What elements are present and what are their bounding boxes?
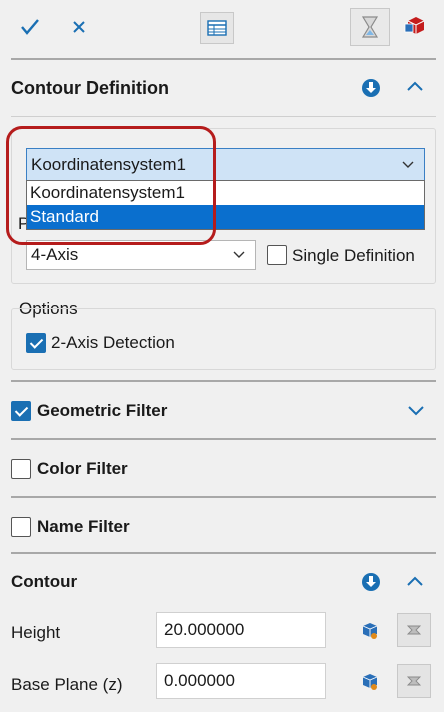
separator bbox=[11, 116, 436, 117]
two-axis-detection-label: 2-Axis Detection bbox=[51, 333, 175, 352]
height-option-button[interactable] bbox=[397, 613, 431, 647]
close-icon bbox=[73, 21, 85, 33]
single-definition-label: Single Definition bbox=[292, 246, 415, 265]
contour-title: Contour bbox=[11, 572, 78, 591]
hourglass-icon bbox=[361, 16, 379, 38]
cube-view-button[interactable] bbox=[400, 10, 430, 40]
cube-pick-icon bbox=[362, 674, 378, 690]
chevron-down-icon bbox=[233, 248, 245, 262]
hourglass-button[interactable] bbox=[350, 8, 390, 46]
chevron-down-icon bbox=[402, 158, 414, 172]
separator bbox=[11, 438, 436, 440]
separator bbox=[11, 496, 436, 498]
table-icon bbox=[207, 20, 227, 36]
contour-definition-title: Contour Definition bbox=[11, 78, 169, 98]
expand-caret-icon[interactable] bbox=[407, 401, 425, 422]
separator bbox=[11, 58, 436, 60]
base-plane-option-button[interactable] bbox=[397, 664, 431, 698]
coordinate-system-dropdown: Koordinatensystem1 Standard bbox=[26, 180, 425, 230]
height-input[interactable]: 20.000000 bbox=[156, 612, 326, 648]
pin-icon[interactable] bbox=[362, 573, 380, 591]
dropdown-option-selected[interactable]: Standard bbox=[27, 205, 424, 229]
eye-plane-icon bbox=[406, 676, 422, 686]
name-filter-checkbox[interactable] bbox=[11, 517, 31, 537]
separator bbox=[11, 552, 436, 554]
plane-icon bbox=[406, 625, 422, 635]
geometric-filter-label: Geometric Filter bbox=[37, 401, 168, 420]
cube-icon bbox=[404, 17, 425, 34]
axis-mode-select[interactable]: 4-Axis bbox=[26, 240, 256, 270]
collapse-caret-icon[interactable] bbox=[406, 571, 424, 592]
pick-height-button[interactable] bbox=[358, 620, 380, 642]
height-label: Height bbox=[11, 623, 61, 642]
single-definition-checkbox[interactable] bbox=[267, 245, 287, 265]
name-filter-label: Name Filter bbox=[37, 517, 130, 536]
geometric-filter-checkbox[interactable] bbox=[11, 401, 31, 421]
pin-icon[interactable] bbox=[362, 79, 380, 97]
dropdown-option[interactable]: Koordinatensystem1 bbox=[27, 181, 424, 205]
color-filter-label: Color Filter bbox=[37, 459, 128, 478]
cancel-button[interactable] bbox=[64, 12, 94, 42]
base-plane-label: Base Plane (z) bbox=[11, 675, 123, 694]
two-axis-detection-checkbox[interactable] bbox=[26, 333, 46, 353]
table-view-button[interactable] bbox=[200, 12, 234, 44]
check-icon bbox=[21, 19, 39, 35]
pick-base-plane-button[interactable] bbox=[358, 671, 380, 693]
collapse-caret-icon[interactable] bbox=[406, 76, 424, 97]
ok-button[interactable] bbox=[14, 12, 46, 42]
coordinate-system-select[interactable]: Koordinatensystem1 bbox=[26, 148, 425, 182]
axis-mode-value: 4-Axis bbox=[31, 245, 79, 264]
toolbar bbox=[0, 0, 444, 55]
coordinate-system-value: Koordinatensystem1 bbox=[31, 155, 186, 174]
base-plane-input[interactable]: 0.000000 bbox=[156, 663, 326, 699]
color-filter-checkbox[interactable] bbox=[11, 459, 31, 479]
cube-pick-icon bbox=[362, 623, 378, 639]
separator bbox=[11, 380, 436, 382]
